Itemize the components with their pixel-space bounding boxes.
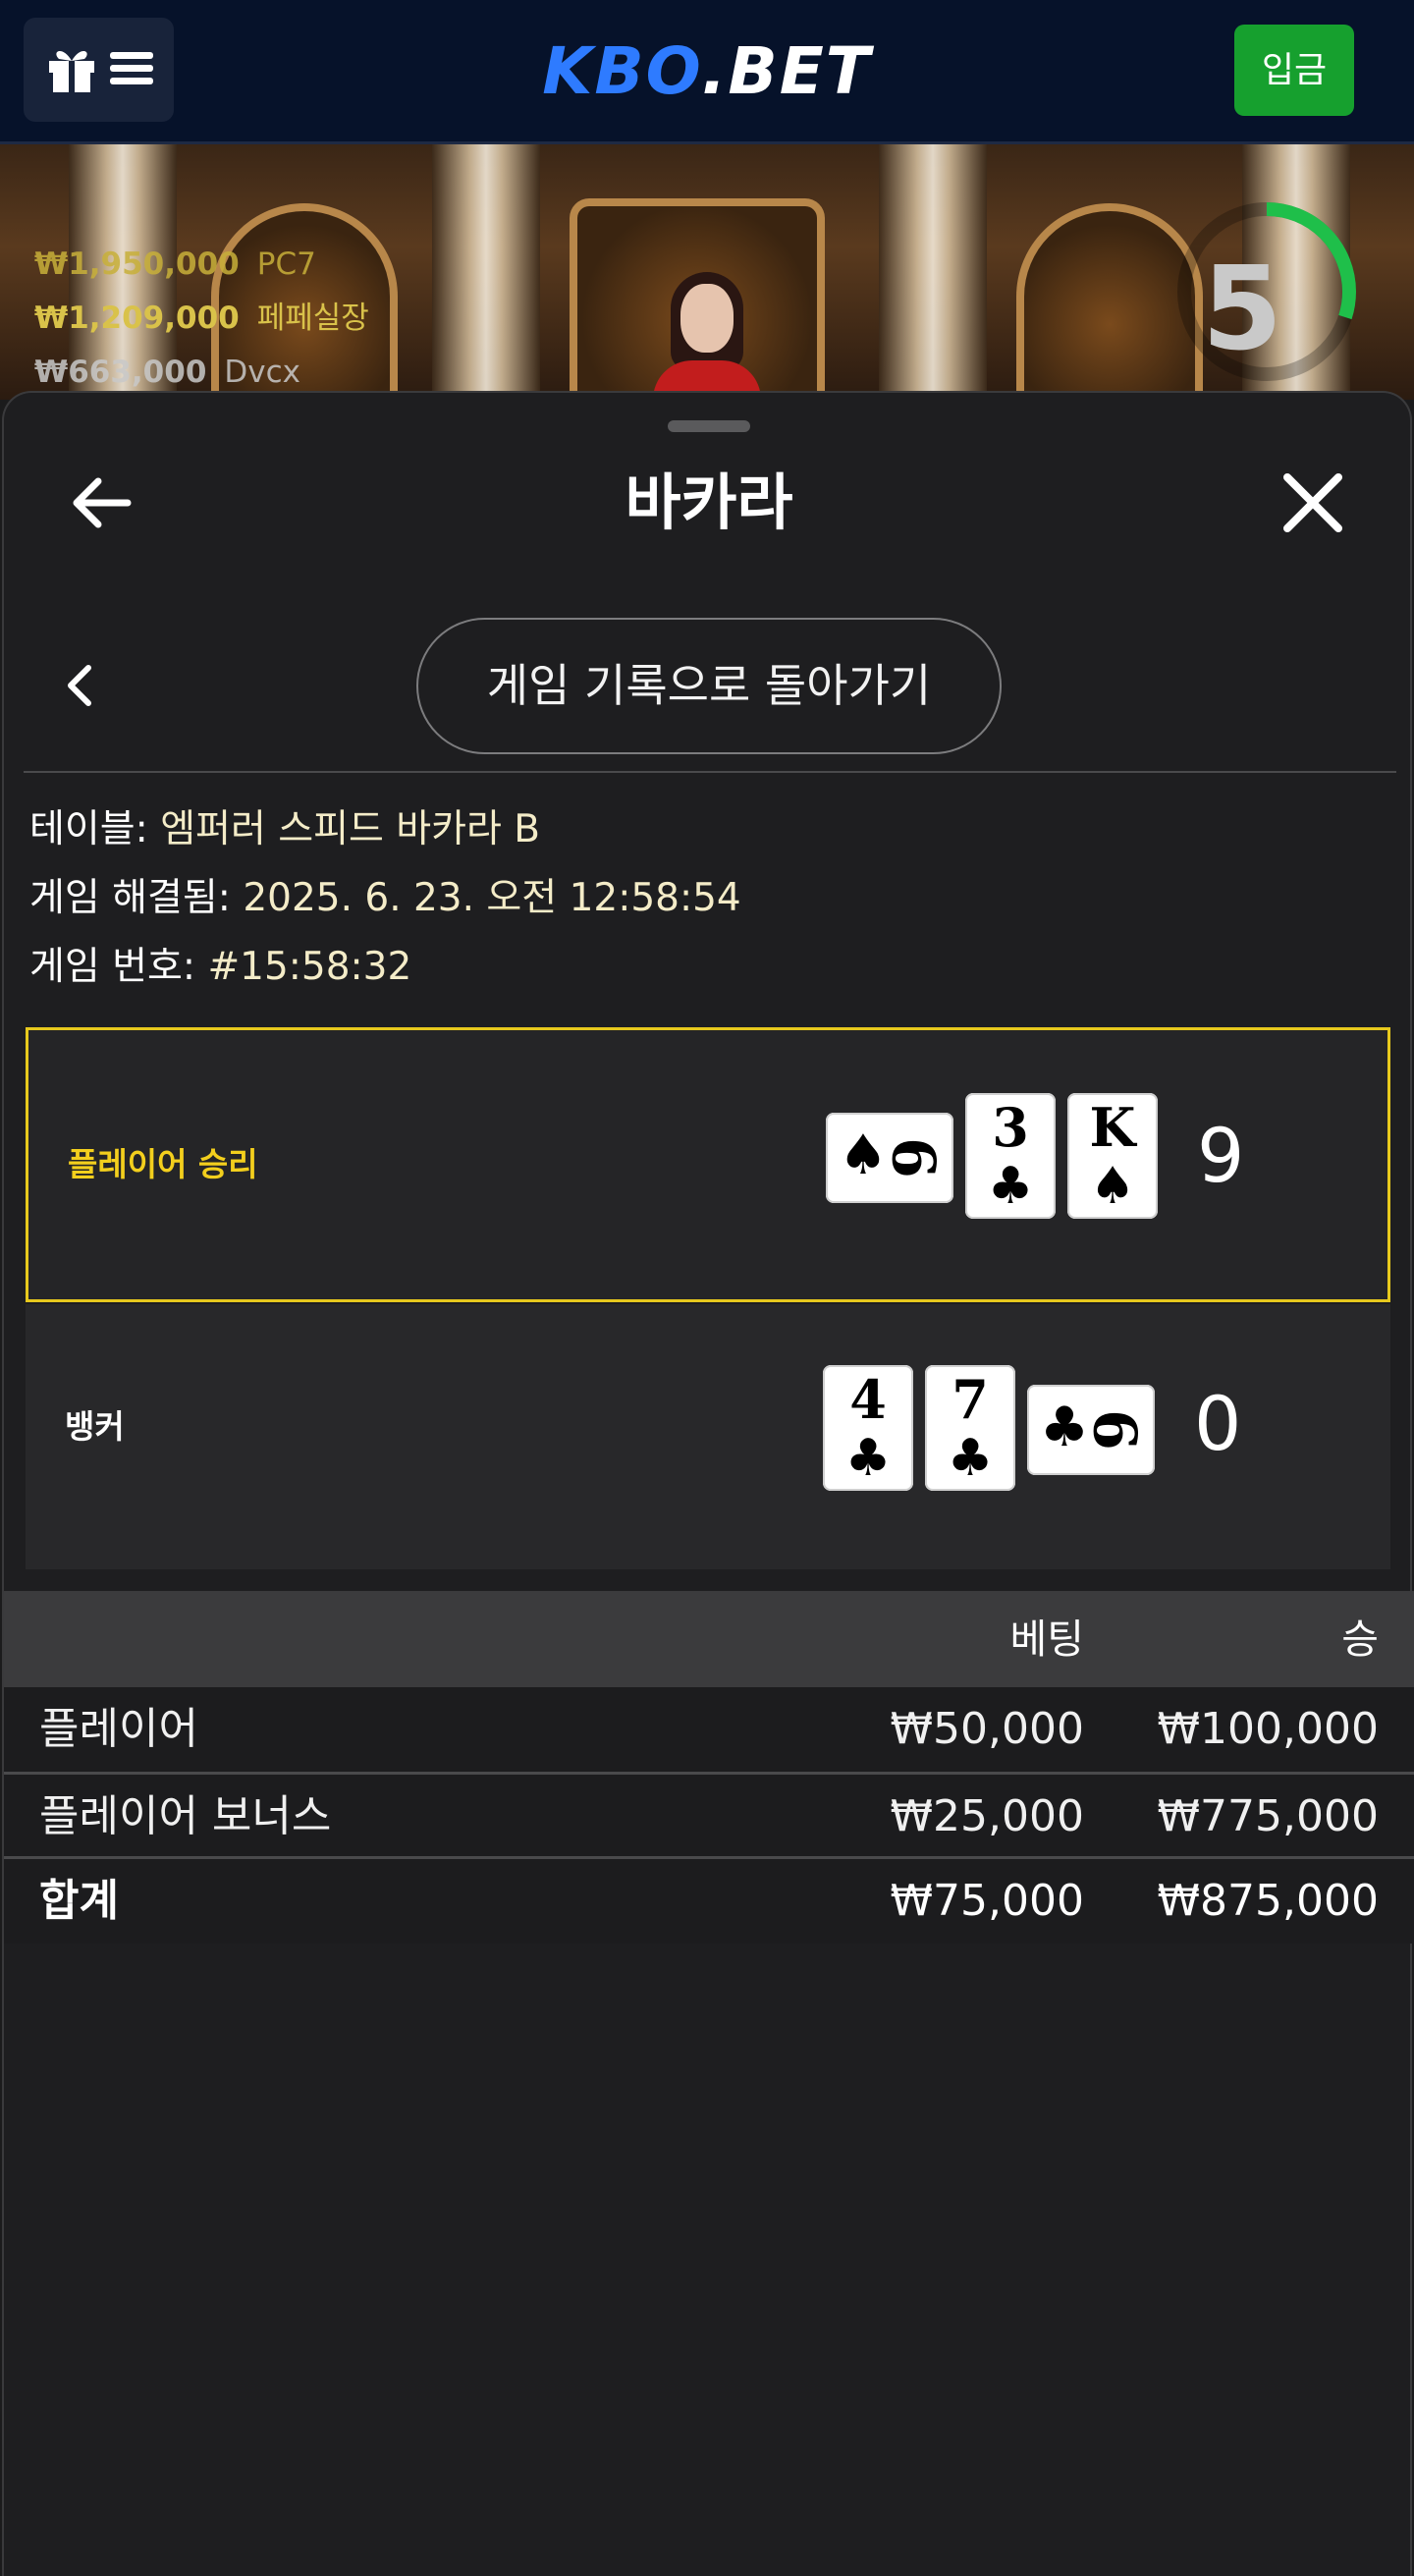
info-value: 2025. 6. 23. 오전 12:58:54 <box>243 876 741 920</box>
winner-name: PC7 <box>256 247 316 282</box>
info-table: 테이블: 엠퍼러 스피드 바카라 B <box>29 795 741 864</box>
playing-card: ♠ 9 <box>826 1113 953 1203</box>
info-value: 엠퍼러 스피드 바카라 B <box>160 807 541 851</box>
info-label: 게임 해결됨: <box>29 876 231 920</box>
logo-bet-text: .BET <box>701 33 872 109</box>
deposit-button[interactable]: 입금 <box>1234 25 1354 116</box>
site-logo[interactable]: KBO.BET <box>0 29 1414 114</box>
top-bar: KBO.BET 입금 <box>0 0 1414 144</box>
table-row: 플레이어 보너스 ₩25,000 ₩775,000 <box>4 1775 1414 1859</box>
winner-row: ₩1,209,000 페페실장 <box>34 292 369 346</box>
column-header-bet: 베팅 <box>1009 1616 1084 1663</box>
bet-name: 플레이어 보너스 <box>39 1791 332 1841</box>
table-row: 플레이어 ₩50,000 ₩100,000 <box>4 1687 1414 1772</box>
info-game-number: 게임 번호: #15:58:32 <box>29 933 741 1002</box>
player-result: 플레이어 승리 ♠ 9 3 ♣ K ♠ 9 <box>26 1027 1390 1302</box>
total-bet-amount: ₩75,000 <box>890 1876 1084 1926</box>
chevron-left-icon[interactable] <box>55 658 104 713</box>
divider <box>24 771 1396 773</box>
info-value: #15:58:32 <box>207 945 412 989</box>
winner-name: Dvcx <box>224 355 300 390</box>
decor-pillar <box>879 144 987 400</box>
decor-pillar <box>432 144 540 400</box>
game-info: 테이블: 엠퍼러 스피드 바카라 B 게임 해결됨: 2025. 6. 23. … <box>29 795 741 1002</box>
live-video-banner: ₩1,950,000 PC7 ₩1,209,000 페페실장 ₩663,000 Dvc… <box>0 144 1414 400</box>
svg-text:K: K <box>1090 1096 1138 1159</box>
svg-text:7: 7 <box>952 1368 989 1431</box>
banker-result: 뱅커 4 ♣ 7 ♣ ♣ 9 0 <box>26 1304 1390 1569</box>
banker-result-label: 뱅커 <box>65 1407 125 1446</box>
countdown-number: 5 <box>1201 241 1283 376</box>
bet-amount: ₩50,000 <box>890 1704 1084 1754</box>
svg-text:3: 3 <box>992 1096 1029 1159</box>
svg-text:4: 4 <box>849 1368 887 1431</box>
playing-card: ♣ 9 <box>1027 1385 1155 1475</box>
winners-ticker: ₩1,950,000 PC7 ₩1,209,000 페페실장 ₩663,000 Dvc… <box>34 238 369 400</box>
winner-amount: ₩1,209,000 <box>34 301 240 336</box>
winner-amount: ₩663,000 <box>34 355 207 390</box>
dealer-image <box>643 272 771 400</box>
svg-text:9: 9 <box>1083 1409 1152 1451</box>
player-result-label: 플레이어 승리 <box>68 1145 258 1183</box>
bet-name: 플레이어 <box>39 1704 198 1754</box>
svg-text:9: 9 <box>882 1137 951 1178</box>
info-label: 게임 번호: <box>29 945 196 989</box>
player-score: 9 <box>1197 1112 1245 1199</box>
win-amount: ₩775,000 <box>1157 1791 1379 1841</box>
svg-text:♣: ♣ <box>1040 1396 1089 1459</box>
logo-kbo-text: KBO <box>542 33 702 109</box>
win-amount: ₩100,000 <box>1157 1704 1379 1754</box>
info-label: 테이블: <box>29 807 148 851</box>
table-row-total: 합계 ₩75,000 ₩875,000 <box>4 1859 1414 1944</box>
winner-amount: ₩1,950,000 <box>34 247 240 282</box>
playing-card: 3 ♣ <box>965 1093 1056 1219</box>
total-label: 합계 <box>39 1876 119 1926</box>
svg-text:♣: ♣ <box>988 1157 1034 1216</box>
total-win-amount: ₩875,000 <box>1157 1876 1379 1926</box>
svg-text:♣: ♣ <box>845 1429 892 1488</box>
game-detail-sheet: 바카라 게임 기록으로 돌아가기 테이블: 엠퍼러 스피드 바카라 B 게임 해… <box>2 391 1414 2576</box>
sheet-title: 바카라 <box>625 466 793 538</box>
svg-text:♠: ♠ <box>839 1124 888 1187</box>
close-icon[interactable] <box>1274 464 1352 542</box>
winner-name: 페페실장 <box>256 301 369 336</box>
playing-card: 7 ♣ <box>925 1365 1015 1491</box>
svg-text:♣: ♣ <box>948 1429 994 1488</box>
banker-score: 0 <box>1194 1380 1242 1467</box>
bet-amount: ₩25,000 <box>890 1791 1084 1841</box>
column-header-win: 승 <box>1341 1616 1379 1663</box>
svg-text:♠: ♠ <box>1090 1157 1136 1216</box>
playing-card: K ♠ <box>1067 1093 1158 1219</box>
back-to-history-button[interactable]: 게임 기록으로 돌아가기 <box>416 618 1002 754</box>
bets-table-header: 베팅 승 <box>4 1591 1414 1687</box>
sheet-drag-handle[interactable] <box>668 420 750 432</box>
playing-card: 4 ♣ <box>823 1365 913 1491</box>
info-resolved: 게임 해결됨: 2025. 6. 23. 오전 12:58:54 <box>29 864 741 933</box>
winner-row: ₩1,950,000 PC7 <box>34 238 369 292</box>
